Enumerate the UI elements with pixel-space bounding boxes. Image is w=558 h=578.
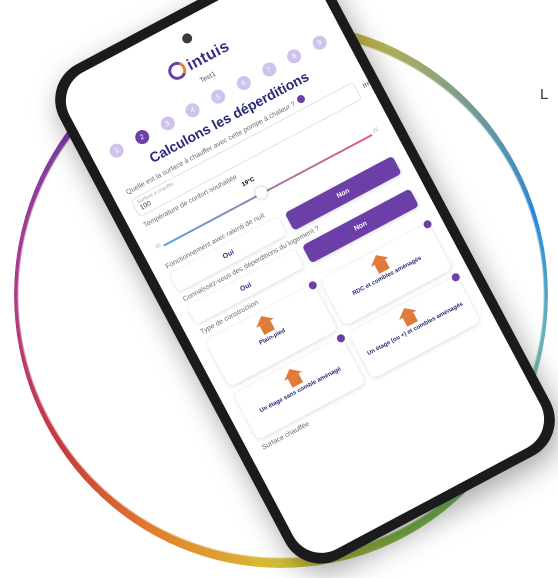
info-badge-icon[interactable] xyxy=(450,271,462,283)
info-badge-icon[interactable] xyxy=(335,332,347,344)
step-7[interactable]: 7 xyxy=(259,60,279,80)
step-6[interactable]: 6 xyxy=(234,73,253,93)
step-2[interactable]: 2 xyxy=(132,127,152,147)
temperature-value: 19°C xyxy=(241,176,256,189)
info-badge-icon[interactable] xyxy=(422,218,433,230)
surface-unit: m² xyxy=(361,79,373,90)
step-9[interactable]: 9 xyxy=(310,33,330,53)
info-badge-icon[interactable] xyxy=(307,279,319,291)
temperature-min: 15 xyxy=(154,242,163,251)
help-icon[interactable] xyxy=(295,93,306,105)
step-3[interactable]: 3 xyxy=(157,114,177,134)
step-1[interactable]: 1 xyxy=(107,141,127,161)
camera-icon xyxy=(180,31,194,46)
step-4[interactable]: 4 xyxy=(183,100,203,120)
slider-thumb[interactable] xyxy=(253,184,270,201)
temperature-max: 22 xyxy=(371,126,380,135)
step-5[interactable]: 5 xyxy=(208,87,228,107)
step-8[interactable]: 8 xyxy=(284,46,304,66)
corner-letter: L xyxy=(540,86,549,103)
